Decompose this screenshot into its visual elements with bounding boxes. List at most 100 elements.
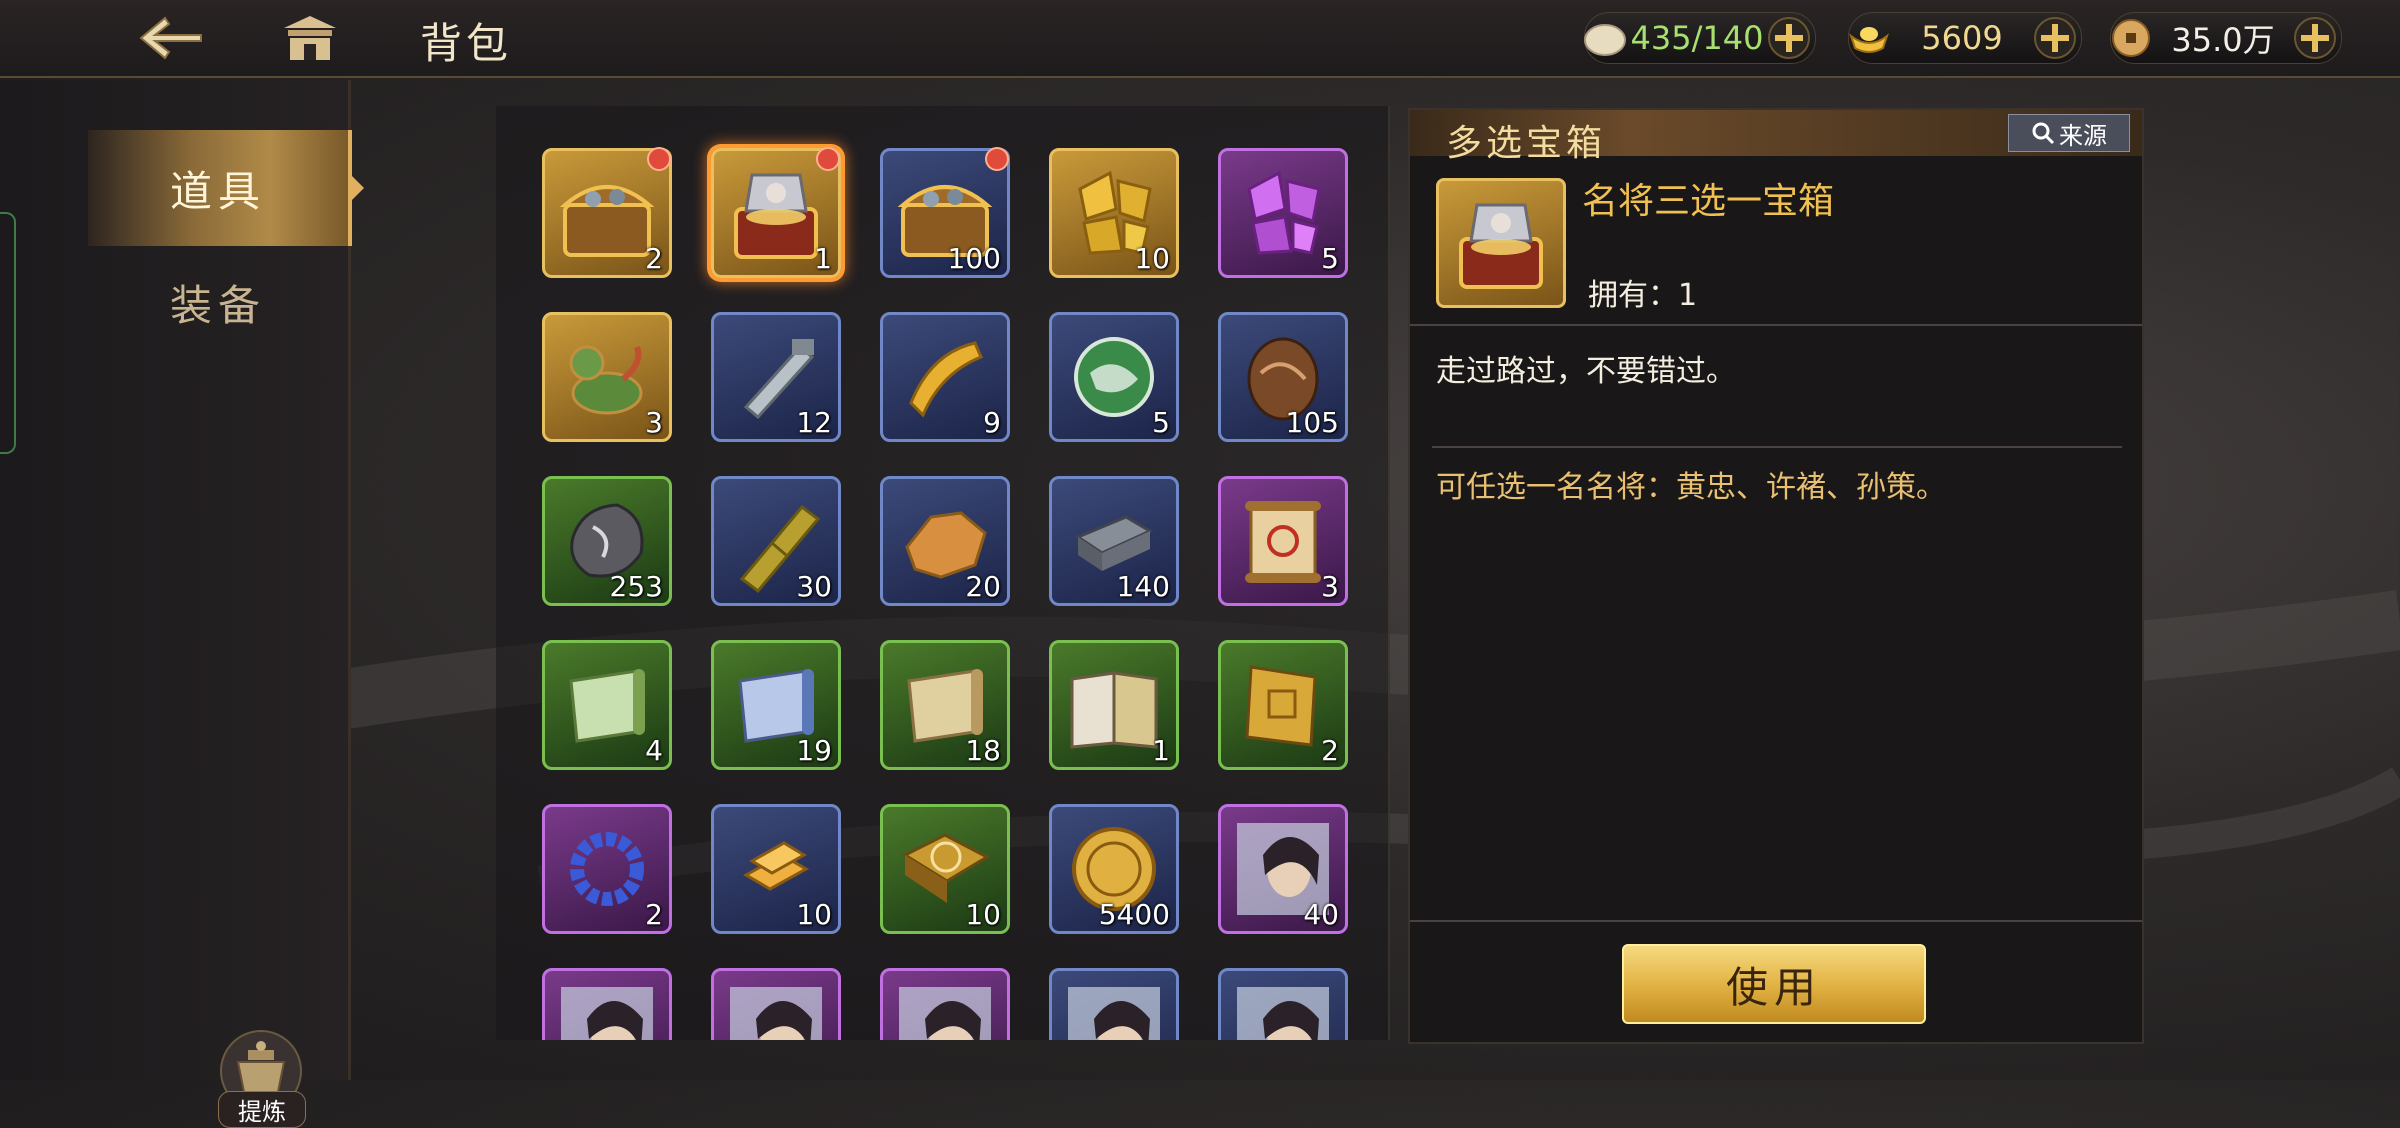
- refine-label: 提炼: [218, 1091, 306, 1128]
- city-gate-icon: [284, 16, 336, 60]
- copper-resource: 35.0万: [2110, 12, 2342, 64]
- item-slot[interactable]: 12: [711, 312, 841, 442]
- item-slot[interactable]: 10: [880, 804, 1010, 934]
- item-slot[interactable]: 19: [711, 640, 841, 770]
- source-label: 来源: [2059, 121, 2107, 150]
- item-quantity: 3: [645, 406, 663, 439]
- hero-portrait-icon: [899, 987, 991, 1040]
- item-grid: 2 1 100 10 5 3 12 9 5 105 253 30 20 140 3 4 19 18 1 2 2 10 10 5…: [496, 106, 1390, 1040]
- item-quantity: 2: [1321, 734, 1339, 767]
- back-button[interactable]: [130, 6, 210, 70]
- item-quantity: 3: [1321, 570, 1339, 603]
- back-arrow-icon: [139, 16, 202, 60]
- item-slot[interactable]: 10: [1049, 148, 1179, 278]
- divider: [1410, 920, 2142, 922]
- item-slot[interactable]: [1049, 968, 1179, 1040]
- item-slot[interactable]: 1: [1049, 640, 1179, 770]
- item-quantity: 4: [645, 734, 663, 767]
- item-slot[interactable]: 100: [880, 147, 1010, 278]
- item-slot[interactable]: 2: [542, 804, 672, 934]
- item-quantity: 30: [796, 570, 832, 603]
- refine-button[interactable]: 提炼: [218, 1028, 306, 1128]
- item-slot[interactable]: [711, 968, 841, 1040]
- item-slot[interactable]: 20: [880, 476, 1010, 606]
- item-quantity: 10: [796, 898, 832, 931]
- item-slot[interactable]: 5: [1218, 148, 1348, 278]
- add-copper-button[interactable]: [2293, 16, 2337, 60]
- general-chest-icon: [1459, 203, 1543, 289]
- detail-header: 多选宝箱 来源: [1410, 110, 2142, 164]
- item-slot[interactable]: 253: [542, 476, 672, 606]
- tab-equipment[interactable]: 装备: [88, 244, 348, 360]
- item-quantity: 18: [965, 734, 1001, 767]
- item-slot[interactable]: 1: [711, 147, 841, 278]
- top-bar: 背包 435/140 5609 35.0万: [0, 0, 2400, 78]
- item-effect: 可任选一名名将：黄忠、许褚、孙策。: [1436, 470, 1946, 505]
- hero-portrait-icon: [1237, 987, 1329, 1040]
- item-quantity: 10: [965, 898, 1001, 931]
- item-quantity: 1: [814, 242, 832, 275]
- gold-value: 5609: [1921, 19, 2003, 57]
- detail-category-title: 多选宝箱: [1446, 123, 1607, 164]
- add-food-button[interactable]: [1767, 16, 1811, 60]
- item-quantity: 253: [609, 570, 663, 603]
- item-slot[interactable]: [1218, 968, 1348, 1040]
- item-slot[interactable]: 3: [542, 312, 672, 442]
- new-badge: [985, 147, 1009, 171]
- item-slot[interactable]: 2: [542, 147, 672, 278]
- item-name: 名将三选一宝箱: [1582, 181, 1835, 222]
- item-quantity: 105: [1285, 406, 1339, 439]
- item-slot[interactable]: 30: [711, 476, 841, 606]
- divider: [1432, 446, 2122, 448]
- item-quantity: 2: [645, 898, 663, 931]
- item-slot[interactable]: 9: [880, 312, 1010, 442]
- gold-ingot-icon: [1849, 27, 1889, 53]
- item-slot[interactable]: 105: [1218, 312, 1348, 442]
- item-slot[interactable]: [542, 968, 672, 1040]
- item-quantity: 19: [796, 734, 832, 767]
- item-slot[interactable]: 18: [880, 640, 1010, 770]
- item-quantity: 5: [1321, 242, 1339, 275]
- home-button[interactable]: [272, 6, 348, 70]
- item-quantity: 100: [947, 242, 1001, 275]
- new-badge: [647, 147, 671, 171]
- hero-portrait-icon: [561, 987, 653, 1040]
- add-gold-button[interactable]: [2033, 16, 2077, 60]
- use-button[interactable]: 使用: [1622, 944, 1926, 1024]
- item-slot[interactable]: 5: [1049, 312, 1179, 442]
- item-quantity: 40: [1303, 898, 1339, 931]
- item-description: 走过路过，不要错过。: [1436, 354, 1736, 389]
- copper-coin-icon: [2112, 19, 2150, 57]
- item-slot[interactable]: 5400: [1049, 804, 1179, 934]
- item-slot[interactable]: 10: [711, 804, 841, 934]
- item-slot[interactable]: 2: [1218, 640, 1348, 770]
- owned-count: 拥有：1: [1588, 278, 1698, 313]
- tab-items[interactable]: 道具: [88, 130, 364, 246]
- page-title: 背包: [420, 19, 513, 68]
- category-sidebar: 道具 装备 提炼: [0, 80, 364, 1128]
- food-resource: 435/140: [1584, 12, 1816, 64]
- item-detail-panel: 多选宝箱 来源 名将三选一宝箱 拥有：1 走过路过，不要错过。 可任选一名名将：…: [1408, 108, 2144, 1044]
- item-slot[interactable]: 4: [542, 640, 672, 770]
- item-slot[interactable]: [880, 968, 1010, 1040]
- item-quantity: 5: [1152, 406, 1170, 439]
- gold-resource: 5609: [1848, 12, 2082, 64]
- item-quantity: 12: [796, 406, 832, 439]
- item-quantity: 1: [1152, 734, 1170, 767]
- new-badge: [816, 147, 840, 171]
- item-quantity: 9: [983, 406, 1001, 439]
- item-quantity: 2: [645, 242, 663, 275]
- divider: [1410, 324, 2142, 326]
- detail-item-icon: [1436, 178, 1566, 308]
- edge-decoration: [0, 212, 16, 454]
- item-quantity: 10: [1134, 242, 1170, 275]
- bun-icon: [1584, 24, 1626, 56]
- item-slot[interactable]: 40: [1218, 804, 1348, 934]
- search-icon: [2032, 122, 2055, 145]
- source-button[interactable]: 来源: [2008, 114, 2130, 152]
- item-quantity: 140: [1116, 570, 1170, 603]
- item-quantity: 5400: [1098, 898, 1170, 931]
- copper-value: 35.0万: [2171, 21, 2275, 59]
- item-slot[interactable]: 140: [1049, 476, 1179, 606]
- item-slot[interactable]: 3: [1218, 476, 1348, 606]
